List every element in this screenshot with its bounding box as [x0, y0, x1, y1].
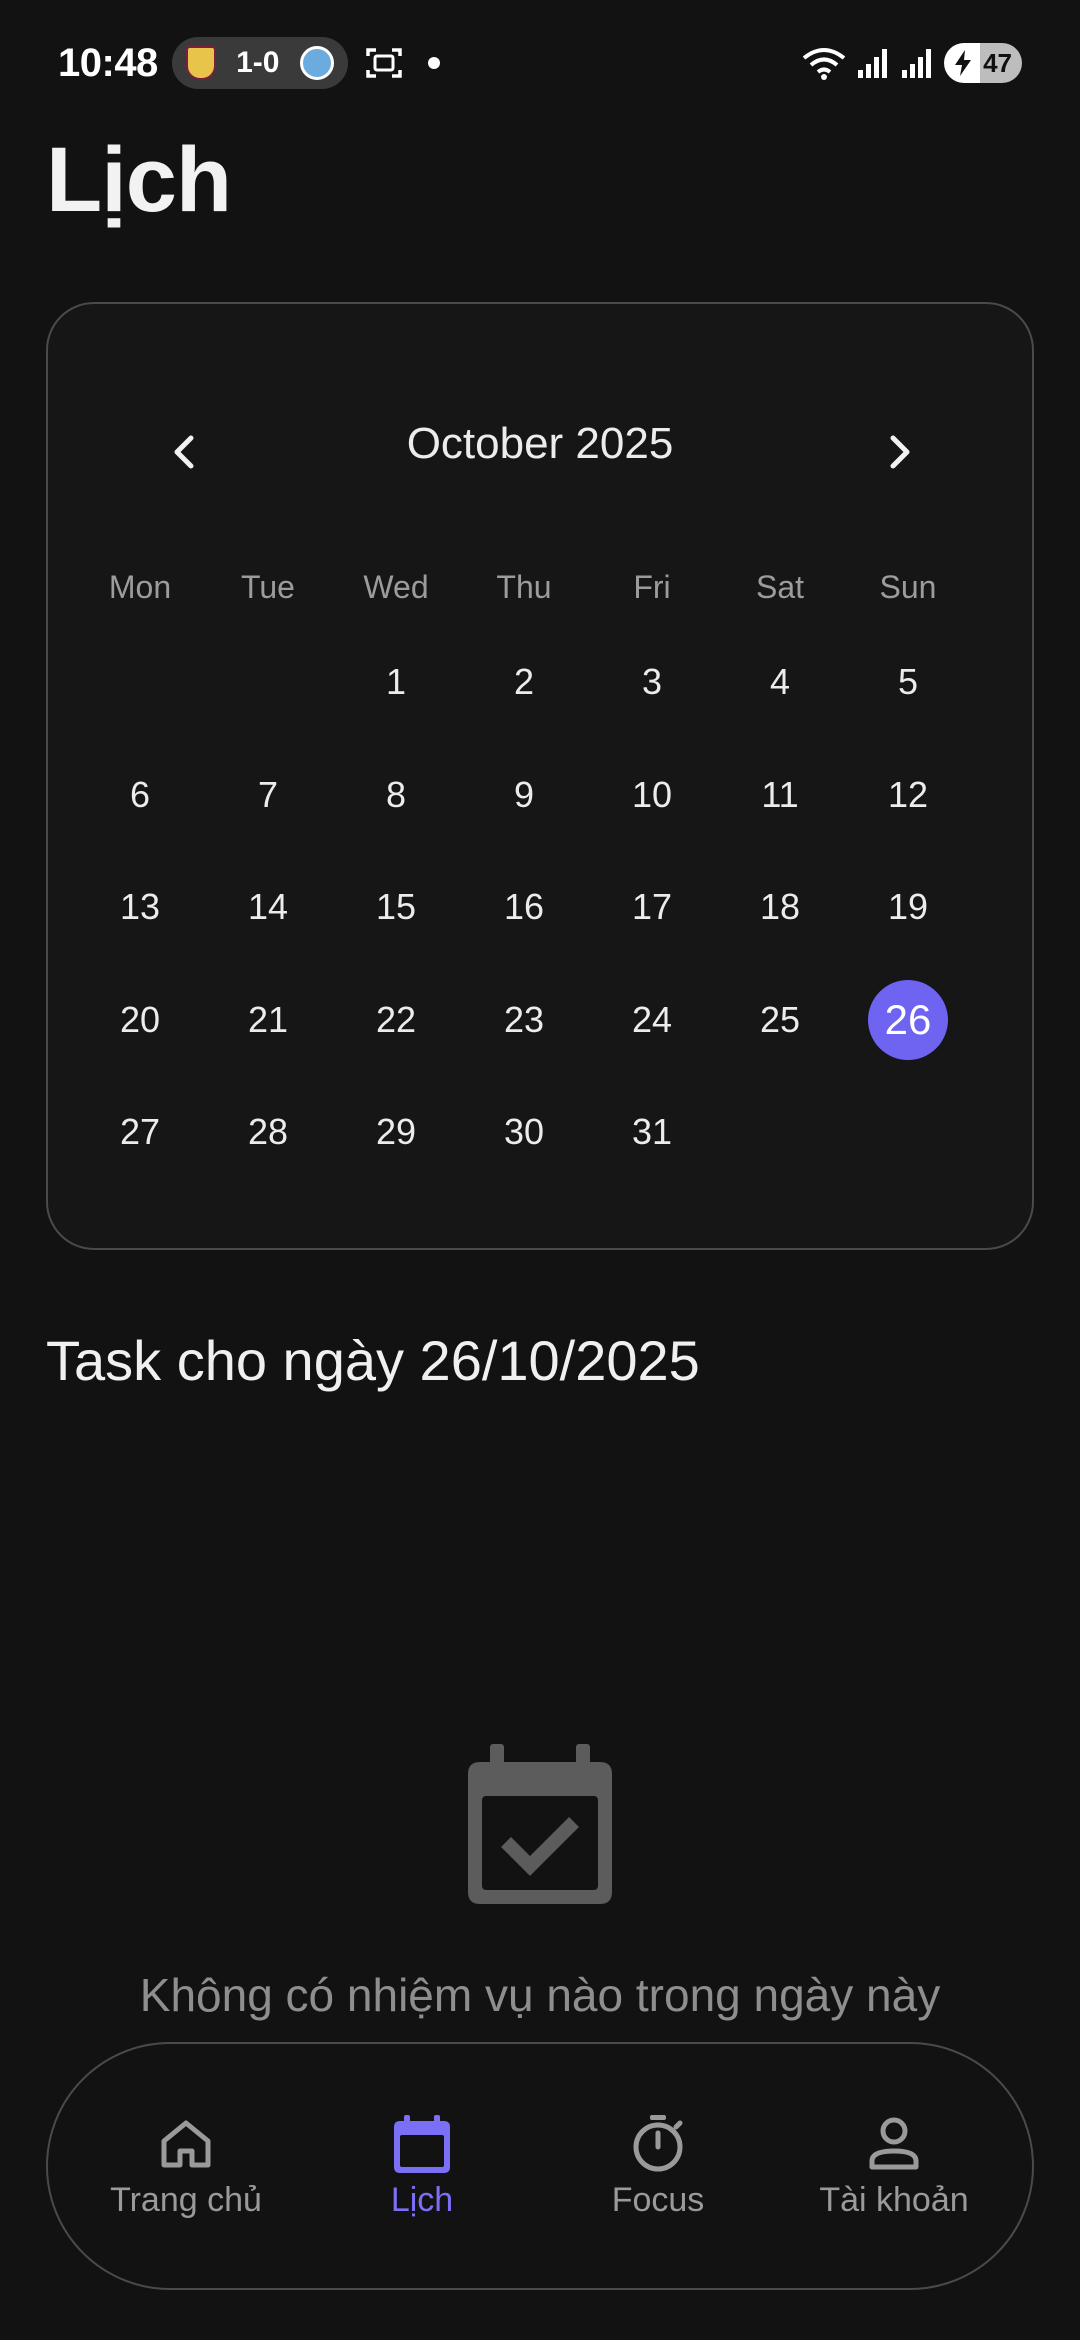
- day-number: 29: [375, 1111, 417, 1152]
- day-cell[interactable]: 26: [844, 979, 972, 1115]
- day-cell[interactable]: 27: [76, 1111, 204, 1227]
- day-number: 5: [897, 661, 919, 702]
- day-number: 3: [641, 661, 663, 702]
- home-team-crest-icon: [185, 46, 216, 80]
- previous-month-button[interactable]: [154, 422, 214, 482]
- weekday-label: Wed: [363, 569, 429, 605]
- chevron-right-icon: [890, 435, 910, 469]
- bottom-navigation: Trang chủ Lịch Focus Tài khoản: [46, 2042, 1034, 2290]
- day-number: 22: [375, 998, 417, 1040]
- calendar-check-icon: [468, 1744, 612, 1904]
- day-number: 12: [887, 773, 929, 815]
- weekday-label: Thu: [496, 569, 552, 605]
- day-number: 1: [385, 661, 407, 702]
- day-grid: 1 2 3 4 5 6 7 8 9 10 11 12 13 14 15 16 17 18 19 20 21 22 23 24 2…: [76, 661, 972, 1227]
- page-title: Lịch: [46, 129, 232, 231]
- calendar-icon: [394, 2114, 450, 2173]
- battery-level: 47: [983, 47, 1012, 78]
- weekday-label: Tue: [241, 569, 295, 605]
- day-cell[interactable]: 31: [588, 1111, 716, 1227]
- day-number: 18: [759, 886, 801, 927]
- next-month-button[interactable]: [870, 422, 930, 482]
- day-number: 31: [631, 1111, 673, 1152]
- day-cell[interactable]: 28: [204, 1111, 332, 1227]
- day-number: 10: [631, 773, 673, 815]
- account-icon: [869, 2117, 919, 2169]
- empty-day-cell: [844, 1114, 972, 1227]
- nav-label-focus: Focus: [611, 2180, 705, 2219]
- signal-icon: [902, 49, 931, 78]
- nav-item-calendar[interactable]: Lịch: [312, 2113, 532, 2220]
- day-number: 2: [513, 661, 535, 702]
- day-number: 20: [119, 998, 161, 1040]
- day-number: 6: [129, 773, 151, 815]
- chevron-left-icon: [174, 435, 194, 469]
- screenshot-icon: [366, 48, 402, 78]
- nav-label-account: Tài khoản: [819, 2180, 969, 2219]
- weekday-label: Sat: [755, 569, 805, 605]
- wifi-icon: [802, 48, 846, 80]
- day-number: 17: [631, 886, 673, 927]
- nav-item-focus[interactable]: Focus: [548, 2113, 768, 2220]
- month-label: October 2025: [406, 419, 674, 468]
- nav-item-account[interactable]: Tài khoản: [784, 2113, 1004, 2220]
- status-bar: 10:48 1-0 47: [0, 0, 1080, 126]
- empty-state-message: Không có nhiệm vụ nào trong ngày này: [139, 1969, 941, 2021]
- day-number: 15: [375, 886, 417, 927]
- day-number: 23: [503, 998, 545, 1040]
- nav-label-home: Trang chủ: [110, 2180, 262, 2219]
- day-number: 7: [257, 773, 279, 815]
- day-number: 19: [887, 886, 929, 927]
- live-score-pill[interactable]: 1-0: [171, 37, 348, 89]
- weekday-row: Mon Tue Wed Thu Fri Sat Sun: [76, 562, 972, 612]
- day-cell[interactable]: 25: [716, 999, 844, 1115]
- day-number: 13: [119, 886, 161, 927]
- away-team-crest-icon: [299, 46, 334, 80]
- calendar-header: October 2025: [48, 404, 1032, 484]
- calendar-card: October 2025 Mon Tue Wed Thu Fri Sat Sun 12345…: [46, 302, 1034, 1250]
- selected-day-number: 26: [868, 979, 948, 1060]
- day-number: 14: [247, 886, 289, 927]
- day-number: 24: [631, 998, 673, 1040]
- home-icon: [161, 2120, 211, 2167]
- status-indicators: 47: [802, 43, 1022, 83]
- day-number: 25: [759, 998, 801, 1040]
- charging-bolt-icon: [955, 50, 971, 76]
- day-cell[interactable]: 30: [460, 1111, 588, 1227]
- day-number: 4: [769, 661, 791, 702]
- status-time: 10:48: [58, 40, 158, 85]
- timer-icon: [633, 2114, 683, 2171]
- battery-indicator: 47: [944, 43, 1022, 83]
- weekday-label: Mon: [108, 569, 172, 605]
- day-number: 9: [513, 773, 535, 815]
- day-number: 11: [761, 773, 799, 815]
- calendar-screen: 10:48 1-0 47 Lịch October 2025 Mon Tue W…: [0, 0, 1080, 2340]
- day-number: 27: [119, 1111, 161, 1152]
- notification-dot-icon: [427, 57, 440, 69]
- day-number: 30: [503, 1111, 545, 1152]
- task-heading: Task cho ngày 26/10/2025: [46, 1329, 700, 1392]
- day-number: 28: [247, 1111, 289, 1152]
- day-number: 16: [503, 886, 545, 927]
- day-number: 8: [385, 773, 407, 815]
- nav-label-calendar: Lịch: [390, 2180, 454, 2219]
- nav-item-home[interactable]: Trang chủ: [76, 2113, 296, 2220]
- empty-day-cell: [716, 1114, 844, 1227]
- day-number: 21: [247, 998, 289, 1040]
- weekday-label: Fri: [633, 569, 671, 605]
- weekday-label: Sun: [879, 569, 937, 605]
- day-cell[interactable]: 29: [332, 1111, 460, 1227]
- live-score: 1-0: [236, 46, 280, 79]
- signal-icon: [858, 49, 887, 78]
